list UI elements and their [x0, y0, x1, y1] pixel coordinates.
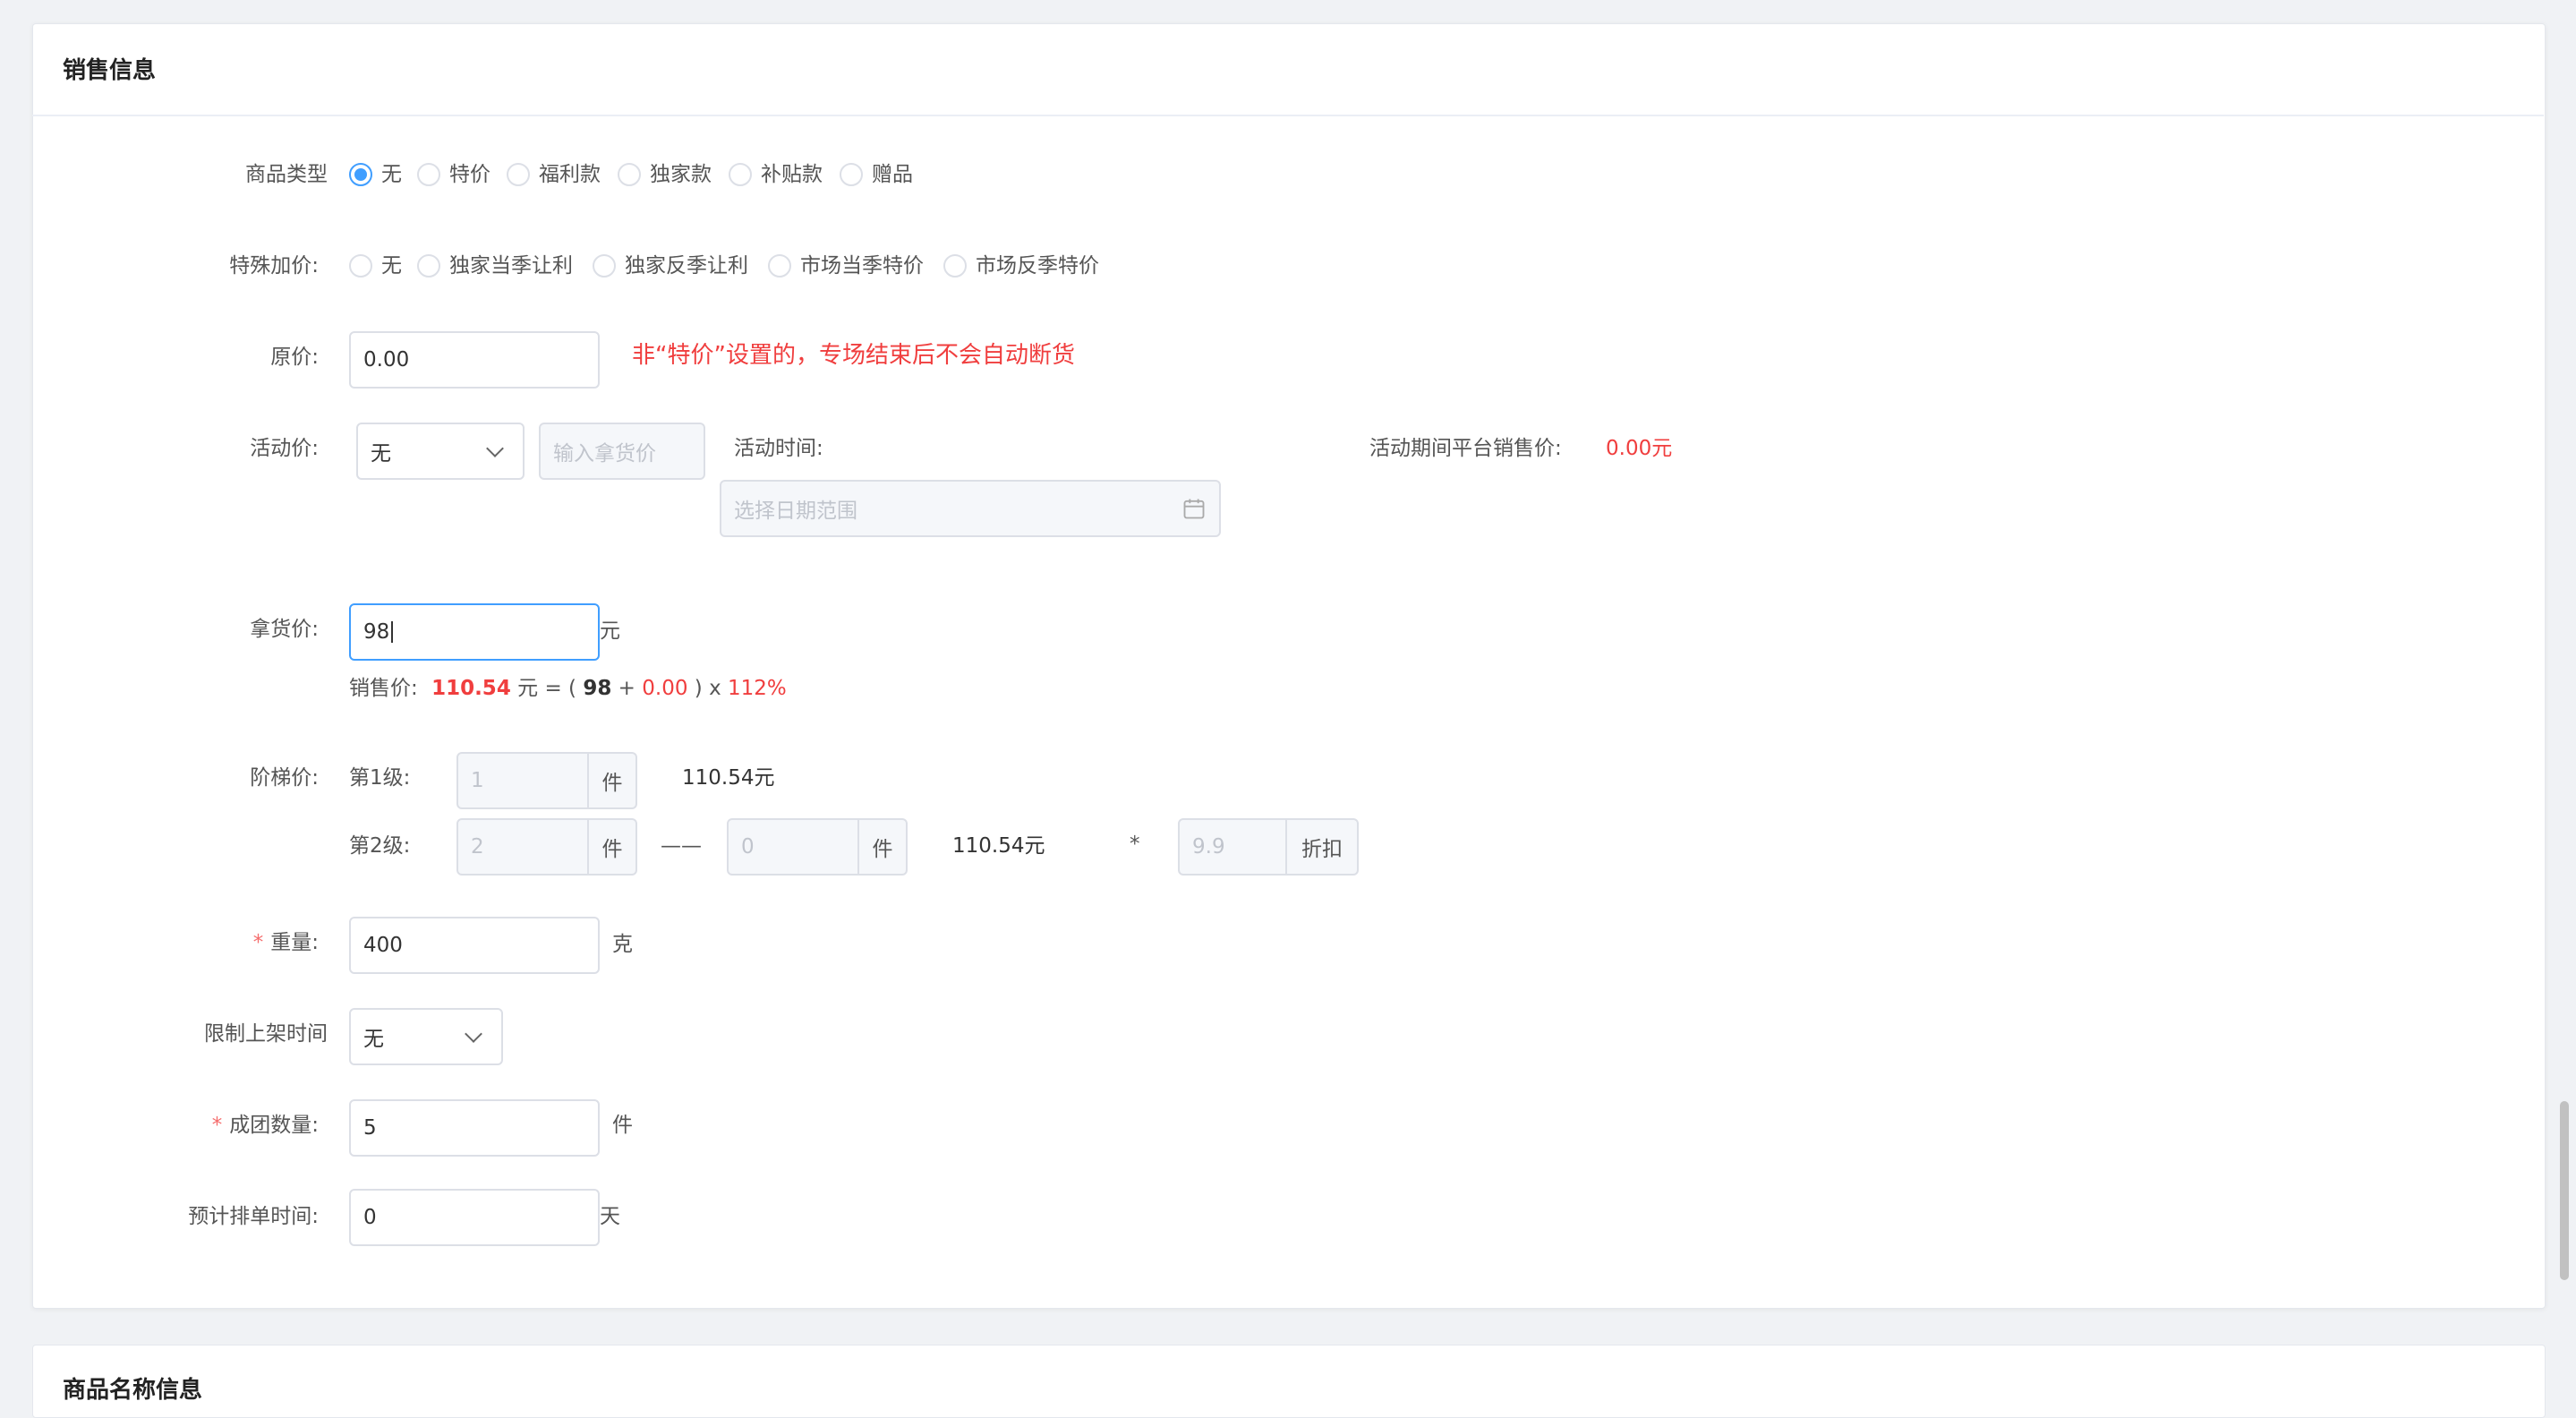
listing-limit-select[interactable]: 无	[349, 1008, 503, 1065]
activity-price-label: 活动价:	[250, 437, 319, 460]
activity-time-label: 活动时间:	[734, 437, 823, 460]
special-markup-radio-1[interactable]	[417, 254, 440, 278]
platform-price-label: 活动期间平台销售价:	[1369, 437, 1562, 460]
schedule-label: 预计排单时间:	[188, 1205, 319, 1228]
group-qty-input[interactable]: 5	[349, 1099, 600, 1157]
formula-base: 98	[583, 677, 612, 700]
schedule-unit: 天	[600, 1205, 620, 1228]
required-mark: *	[252, 931, 264, 954]
tier2-label: 第2级:	[349, 834, 411, 858]
special-markup-radio-0[interactable]	[349, 254, 372, 278]
chevron-down-icon	[465, 1025, 482, 1043]
special-markup-radio-label-1[interactable]: 独家当季让利	[449, 251, 573, 281]
product-type-radio-label-2[interactable]: 福利款	[539, 159, 601, 190]
product-type-radio-label-0[interactable]: 无	[381, 159, 402, 190]
sale-price-value: 110.54	[431, 677, 511, 700]
tier2-unit2-addon: 件	[859, 818, 908, 876]
schedule-value: 0	[363, 1206, 377, 1229]
text-caret	[391, 621, 394, 643]
listing-limit-label: 限制上架时间	[204, 1022, 328, 1046]
original-price-notice: 非“特价”设置的，专场结束后不会自动断货	[632, 342, 1075, 369]
activity-price-select-value: 无	[371, 442, 391, 466]
tier1-price: 110.54元	[682, 766, 775, 790]
calendar-icon	[1183, 499, 1205, 519]
original-price-value: 0.00	[363, 348, 410, 372]
tier2-price: 110.54元	[952, 834, 1045, 858]
special-markup-radio-label-4[interactable]: 市场反季特价	[976, 251, 1099, 281]
original-price-input[interactable]: 0.00	[349, 331, 600, 389]
listing-limit-select-value: 无	[363, 1028, 384, 1051]
tier2-qty-input[interactable]: 2	[456, 818, 589, 876]
date-range-placeholder: 选择日期范围	[734, 500, 857, 523]
sale-price-formula: 销售价: 110.54 元 = ( 98 + 0.00 ) x 112%	[349, 673, 787, 704]
purchase-price-unit: 元	[600, 619, 620, 643]
group-qty-unit: 件	[612, 1114, 633, 1137]
tier2-unit-addon: 件	[589, 818, 637, 876]
original-price-label: 原价:	[270, 346, 319, 369]
tier1-label: 第1级:	[349, 766, 411, 790]
product-type-radio-label-4[interactable]: 补贴款	[761, 159, 823, 190]
section-divider	[32, 115, 2544, 116]
product-type-radio-4[interactable]	[729, 163, 752, 186]
tier2-dash: ——	[661, 834, 702, 858]
special-markup-radio-label-0[interactable]: 无	[381, 251, 402, 281]
group-qty-value: 5	[363, 1116, 377, 1140]
special-markup-radio-2[interactable]	[593, 254, 616, 278]
activity-price-select[interactable]: 无	[356, 423, 525, 480]
sale-price-label: 销售价:	[349, 677, 418, 700]
sale-price-unit: 元	[517, 677, 539, 700]
product-type-radio-label-5[interactable]: 赠品	[872, 159, 913, 190]
tier2-qty-placeholder: 2	[471, 835, 484, 858]
required-mark: *	[211, 1114, 223, 1137]
special-markup-radio-label-3[interactable]: 市场当季特价	[800, 251, 924, 281]
special-markup-radio-3[interactable]	[768, 254, 791, 278]
activity-price-placeholder: 输入拿货价	[553, 442, 656, 466]
product-type-radio-5[interactable]	[840, 163, 863, 186]
product-type-label: 商品类型	[245, 163, 328, 186]
tier1-qty-input[interactable]: 1	[456, 752, 589, 809]
product-type-radio-label-1[interactable]: 特价	[449, 159, 490, 190]
tier1-qty-placeholder: 1	[471, 769, 484, 792]
product-type-radio-0[interactable]	[349, 163, 372, 186]
group-qty-label: * 成团数量:	[161, 1110, 319, 1140]
purchase-price-input[interactable]: 98	[349, 603, 600, 661]
formula-percent: 112%	[728, 677, 787, 700]
platform-price-value: 0.00元	[1606, 437, 1673, 460]
tier2-qty2-placeholder: 0	[741, 835, 755, 858]
section-title: 销售信息	[63, 57, 157, 84]
tier2-discount-addon: 折扣	[1287, 818, 1359, 876]
activity-date-range-picker[interactable]: 选择日期范围	[720, 480, 1221, 537]
special-markup-radio-4[interactable]	[943, 254, 967, 278]
tier2-discount-placeholder: 9.9	[1192, 835, 1225, 858]
special-markup-label: 特殊加价:	[229, 254, 319, 278]
product-type-radio-label-3[interactable]: 独家款	[650, 159, 712, 190]
next-section-title: 商品名称信息	[63, 1377, 203, 1404]
weight-value: 400	[363, 934, 403, 957]
schedule-input[interactable]: 0	[349, 1189, 600, 1246]
product-type-radio-1[interactable]	[417, 163, 440, 186]
product-type-radio-2[interactable]	[507, 163, 530, 186]
tier2-qty2-input[interactable]: 0	[727, 818, 859, 876]
group-qty-label-text: 成团数量:	[229, 1114, 319, 1137]
page-scrollbar[interactable]	[2560, 1101, 2569, 1280]
formula-addon: 0.00	[642, 677, 688, 700]
tier2-star: *	[1130, 833, 1140, 856]
weight-input[interactable]: 400	[349, 917, 600, 974]
tier2-discount-input[interactable]: 9.9	[1178, 818, 1287, 876]
activity-price-input[interactable]: 输入拿货价	[539, 423, 705, 480]
tier-price-label: 阶梯价:	[250, 766, 319, 790]
weight-label: * 重量:	[179, 927, 319, 958]
formula-plus: +	[618, 677, 635, 700]
weight-unit: 克	[612, 933, 633, 956]
special-markup-radio-label-2[interactable]: 独家反季让利	[625, 251, 748, 281]
chevron-down-icon	[486, 440, 504, 457]
weight-label-text: 重量:	[270, 931, 319, 954]
formula-mult: ) x	[694, 677, 721, 700]
purchase-price-value: 98	[363, 620, 390, 644]
formula-eq: = (	[544, 677, 577, 700]
product-name-card	[32, 1345, 2546, 1418]
product-type-radio-3[interactable]	[618, 163, 641, 186]
tier1-unit-addon: 件	[589, 752, 637, 809]
purchase-price-label: 拿货价:	[250, 618, 319, 641]
